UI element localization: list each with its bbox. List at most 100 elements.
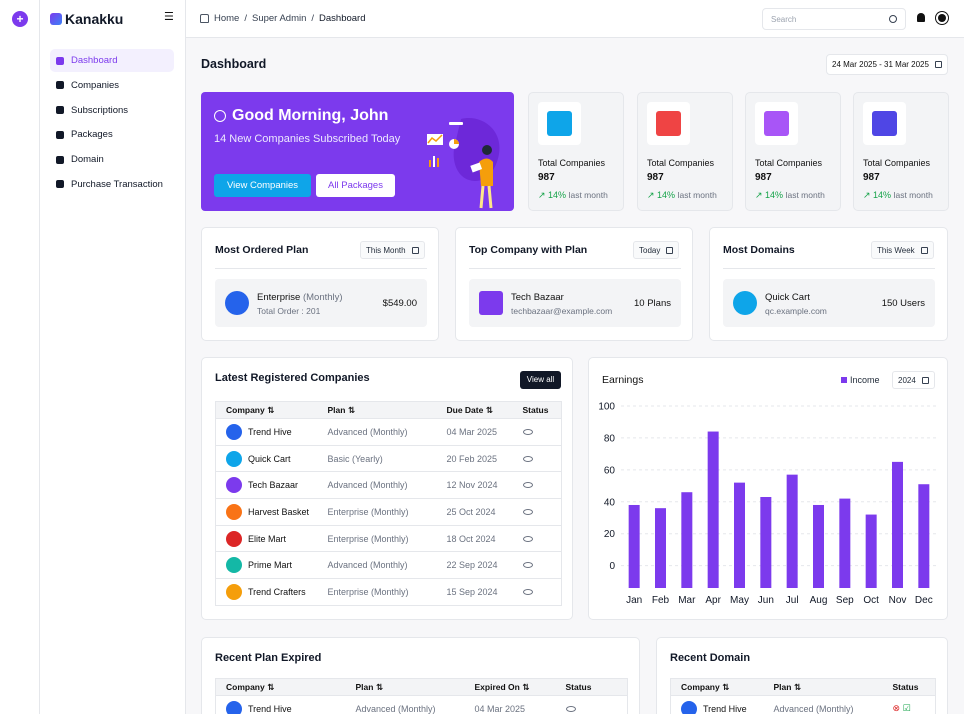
bar-sep[interactable]: [839, 498, 851, 588]
company-name: Prime Mart: [248, 560, 293, 571]
sidebar-item-companies[interactable]: Companies: [50, 74, 174, 97]
card-title: Earnings: [602, 374, 644, 386]
bar-jun[interactable]: [760, 497, 772, 588]
period-filter[interactable]: This Month: [360, 241, 425, 259]
stat-value: 987: [538, 172, 555, 183]
bar-aug[interactable]: [813, 504, 824, 588]
search-input[interactable]: Search: [762, 8, 906, 30]
eye-icon[interactable]: [522, 428, 533, 435]
sidebar-item-dashboard[interactable]: Dashboard: [50, 49, 174, 72]
menu-toggle-icon[interactable]: ☰: [164, 12, 174, 23]
period-filter[interactable]: Today: [633, 241, 680, 259]
stat-card[interactable]: Total Companies 987 ↗ 14% last month: [528, 92, 624, 211]
sidebar-item-subscriptions[interactable]: Subscriptions: [50, 99, 174, 122]
approve-icon[interactable]: ☑: [903, 703, 911, 713]
company-logo-icon: [226, 557, 242, 574]
bar-dec[interactable]: [918, 484, 930, 588]
company-name: Tech Bazaar: [511, 292, 564, 303]
domain-table: Company ⇅ Plan ⇅ Status Trend Hive Advan…: [670, 678, 936, 714]
eye-icon[interactable]: [565, 705, 576, 712]
table-row[interactable]: Quick Cart Basic (Yearly) 20 Feb 2025: [215, 444, 562, 472]
card-title: Recent Domain: [670, 652, 751, 664]
recent-plan-expired-card: Recent Plan Expired Company ⇅ Plan ⇅ Exp…: [201, 637, 640, 714]
trend-note: last month: [677, 190, 717, 200]
date-cell: 18 Oct 2024: [436, 524, 513, 552]
brand[interactable]: Kanakku: [50, 10, 123, 28]
sidebar-item-packages[interactable]: Packages: [50, 123, 174, 146]
bar-oct[interactable]: [865, 514, 877, 588]
breadcrumb-super-admin[interactable]: Super Admin: [252, 13, 306, 24]
plan-cell: Enterprise (Monthly): [317, 524, 437, 552]
view-companies-button[interactable]: View Companies: [214, 174, 311, 197]
bar-may[interactable]: [734, 482, 745, 588]
bar-feb[interactable]: [655, 508, 666, 588]
sidebar-item-domain[interactable]: Domain: [50, 148, 174, 171]
bar-mar[interactable]: [681, 492, 693, 588]
trend-note: last month: [785, 190, 825, 200]
column-header[interactable]: Plan ⇅: [763, 678, 883, 696]
stat-card[interactable]: Total Companies 987 ↗ 14% last month: [745, 92, 841, 211]
eye-icon[interactable]: [522, 482, 533, 489]
icon-rail: +: [0, 0, 40, 714]
latest-companies-card: Latest Registered Companies View all Com…: [201, 357, 573, 620]
dashboard-icon: [56, 56, 64, 65]
company-cell: Trend Hive: [215, 418, 318, 446]
layers-icon: [56, 130, 64, 139]
column-header[interactable]: Company ⇅: [670, 678, 764, 696]
table-row[interactable]: Tech Bazaar Advanced (Monthly) 12 Nov 2024: [215, 471, 562, 499]
column-header[interactable]: Due Date ⇅: [436, 401, 513, 419]
recent-domain-card: Recent Domain Company ⇅ Plan ⇅ Status Tr…: [656, 637, 948, 714]
table-row[interactable]: Trend Hive Advanced (Monthly) ⊗ ☑: [670, 695, 936, 714]
eye-icon[interactable]: [522, 588, 533, 595]
column-header[interactable]: Plan ⇅: [345, 678, 465, 696]
y-tick-label: 80: [604, 433, 616, 444]
stat-card[interactable]: Total Companies 987 ↗ 14% last month: [853, 92, 949, 211]
theme-toggle-icon[interactable]: [938, 14, 946, 22]
column-header[interactable]: Company ⇅: [215, 678, 346, 696]
x-tick-label: Apr: [705, 595, 721, 606]
column-header[interactable]: Plan ⇅: [317, 401, 437, 419]
table-row[interactable]: Harvest Basket Enterprise (Monthly) 25 Oct…: [215, 498, 562, 526]
year-filter[interactable]: 2024: [892, 371, 935, 389]
reject-icon[interactable]: ⊗: [893, 703, 901, 713]
eye-icon[interactable]: [522, 508, 533, 515]
y-tick-label: 0: [609, 561, 615, 572]
company-plans: 10 Plans: [634, 298, 671, 309]
table-row[interactable]: Prime Mart Advanced (Monthly) 22 Sep 2024: [215, 551, 562, 579]
header-label: Plan: [327, 404, 346, 415]
notification-bell-icon[interactable]: [917, 13, 925, 22]
eye-icon[interactable]: [522, 562, 533, 569]
column-header[interactable]: Expired On ⇅: [464, 678, 556, 696]
table-row[interactable]: Trend Hive Advanced (Monthly) 04 Mar 202…: [215, 695, 628, 714]
column-header[interactable]: Company ⇅: [215, 401, 318, 419]
x-tick-label: May: [730, 595, 749, 606]
table-row[interactable]: Trend Crafters Enterprise (Monthly) 15 Sep…: [215, 578, 562, 606]
bar-apr[interactable]: [707, 431, 719, 588]
page-title: Dashboard: [201, 57, 267, 71]
date-range-picker[interactable]: 24 Mar 2025 - 31 Mar 2025: [826, 54, 948, 75]
table-row[interactable]: Trend Hive Advanced (Monthly) 04 Mar 2025: [215, 418, 562, 446]
period-filter[interactable]: This Week: [871, 241, 934, 259]
table-row[interactable]: Elite Mart Enterprise (Monthly) 18 Oct 202…: [215, 524, 562, 552]
date-cell: 20 Feb 2025: [436, 444, 513, 472]
bar-nov[interactable]: [892, 461, 903, 588]
stat-label: Total Companies: [863, 158, 931, 168]
company-cell: Quick Cart: [215, 444, 318, 472]
eye-icon[interactable]: [522, 535, 533, 542]
eye-icon[interactable]: [522, 455, 533, 462]
bar-jul[interactable]: [786, 474, 798, 588]
all-packages-button[interactable]: All Packages: [316, 174, 395, 197]
most-domains-card: Most Domains This Week Quick Cart qc.exa…: [709, 227, 948, 341]
x-tick-label: Sep: [836, 595, 854, 606]
welcome-banner: Good Morning, John 14 New Companies Subs…: [201, 92, 514, 211]
breadcrumb-home[interactable]: Home: [214, 13, 239, 24]
add-icon[interactable]: +: [12, 11, 28, 27]
bar-jan[interactable]: [628, 504, 640, 588]
view-all-button[interactable]: View all: [520, 371, 561, 389]
trend-note: last month: [893, 190, 933, 200]
stat-card[interactable]: Total Companies 987 ↗ 14% last month: [637, 92, 733, 211]
company-logo-icon: [226, 423, 242, 440]
x-tick-label: Oct: [863, 595, 879, 606]
sidebar-item-purchase-transaction[interactable]: Purchase Transaction: [50, 173, 174, 196]
plan-name: Enterprise (Monthly): [257, 292, 343, 303]
